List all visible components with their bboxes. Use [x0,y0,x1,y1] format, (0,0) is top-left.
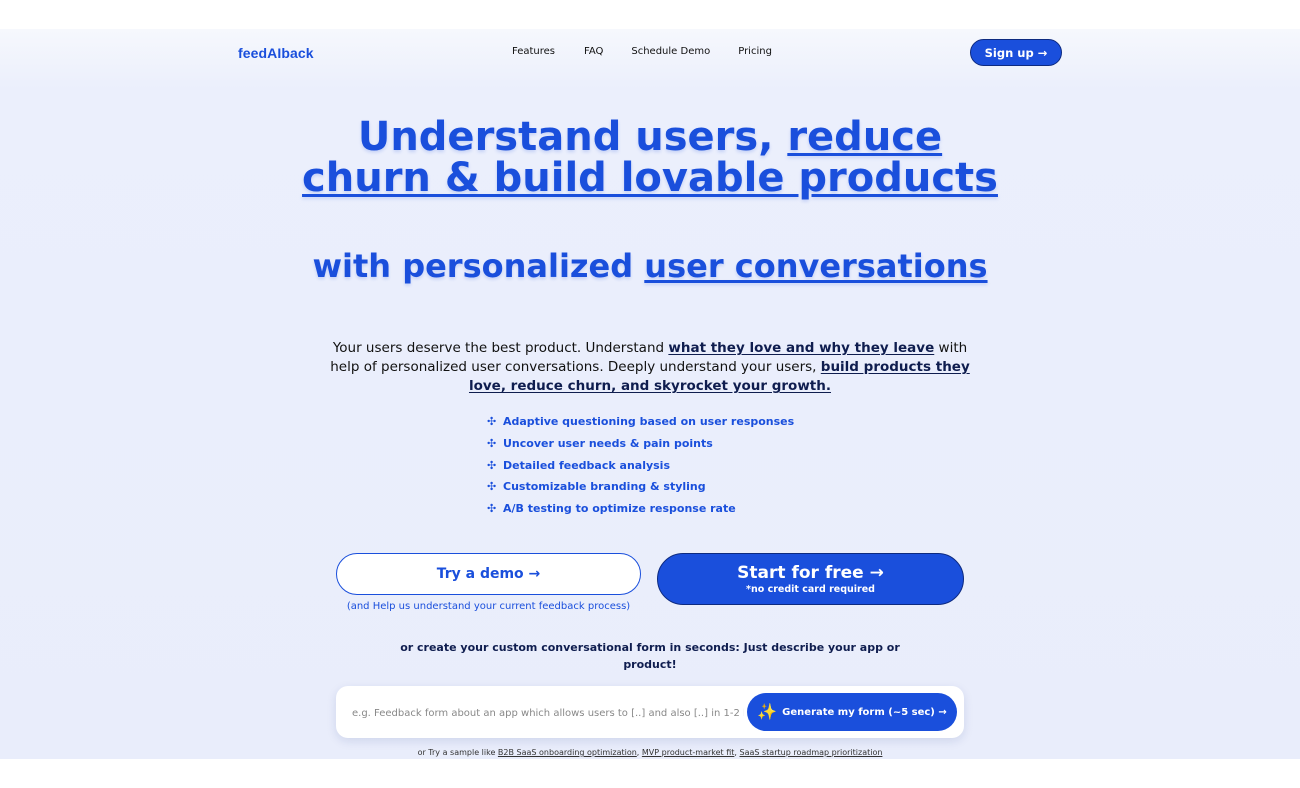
nav-link-pricing[interactable]: Pricing [738,46,772,57]
hero-subheadline: with personalized user conversations [300,246,1000,286]
feature-label: Detailed feedback analysis [503,458,671,472]
try-demo-button[interactable]: Try a demo → [336,553,641,595]
sample-link-roadmap[interactable]: SaaS startup roadmap prioritization [740,748,883,757]
samples-prefix: or Try a sample like [417,748,498,757]
signup-button[interactable]: Sign up → [970,39,1062,66]
start-free-label: Start for free → [737,562,884,583]
hero-description: Your users deserve the best product. Und… [325,339,975,396]
feature-item: ✣ Customizable branding & styling [487,476,794,498]
sample-link-mvp[interactable]: MVP product-market fit [642,748,735,757]
headline-plain: Understand users, [357,114,788,160]
nav-link-features[interactable]: Features [512,46,555,57]
app-description-input[interactable] [350,696,746,730]
sparkle-icon: ✣ [487,502,497,516]
sparkle-icon: ✣ [487,437,497,451]
feature-label: Adaptive questioning based on user respo… [503,415,795,429]
desc-bold-1: what they love and why they leave [668,340,935,356]
feature-item: ✣ Detailed feedback analysis [487,454,794,476]
demo-note: (and Help us understand your current fee… [346,601,631,612]
subheadline-underlined: user conversations [644,247,988,285]
feature-item: ✣ Adaptive questioning based on user resp… [487,411,794,433]
sparkle-icon: ✣ [487,480,497,494]
feature-label: Uncover user needs & pain points [503,437,713,451]
subheadline-plain: with personalized [312,247,645,285]
landing-page: feedAIback Features FAQ Schedule Demo Pr… [0,29,1300,759]
top-nav: feedAIback Features FAQ Schedule Demo Pr… [0,29,1300,75]
sparkles-icon: ✨ [757,702,778,721]
sparkle-icon: ✣ [487,458,497,472]
generate-form-button[interactable]: ✨ Generate my form (~5 sec) → [747,693,957,731]
sample-link-b2b-saas[interactable]: B2B SaaS onboarding optimization [498,748,637,757]
generator-intro: or create your custom conversational for… [400,641,900,671]
nav-link-schedule-demo[interactable]: Schedule Demo [631,46,710,57]
nav-link-faq[interactable]: FAQ [584,46,603,57]
feature-label: Customizable branding & styling [503,480,706,494]
sample-links: or Try a sample like B2B SaaS onboarding… [417,748,883,757]
feature-item: ✣ Uncover user needs & pain points [487,433,794,455]
no-credit-card-note: *no credit card required [746,583,875,595]
hero-headline: Understand users, reduce churn & build l… [300,117,1000,199]
generate-form-label: Generate my form (~5 sec) → [782,706,947,718]
feature-list: ✣ Adaptive questioning based on user resp… [487,411,794,519]
desc-part-1: Your users deserve the best product. Und… [332,340,669,356]
start-free-button[interactable]: Start for free → *no credit card require… [657,553,964,605]
nav-links: Features FAQ Schedule Demo Pricing [512,46,772,57]
sparkle-icon: ✣ [487,415,497,429]
feature-label: A/B testing to optimize response rate [503,502,736,516]
logo[interactable]: feedAIback [238,45,314,61]
feature-item: ✣ A/B testing to optimize response rate [487,498,794,520]
form-generator: ✨ Generate my form (~5 sec) → [336,686,964,738]
